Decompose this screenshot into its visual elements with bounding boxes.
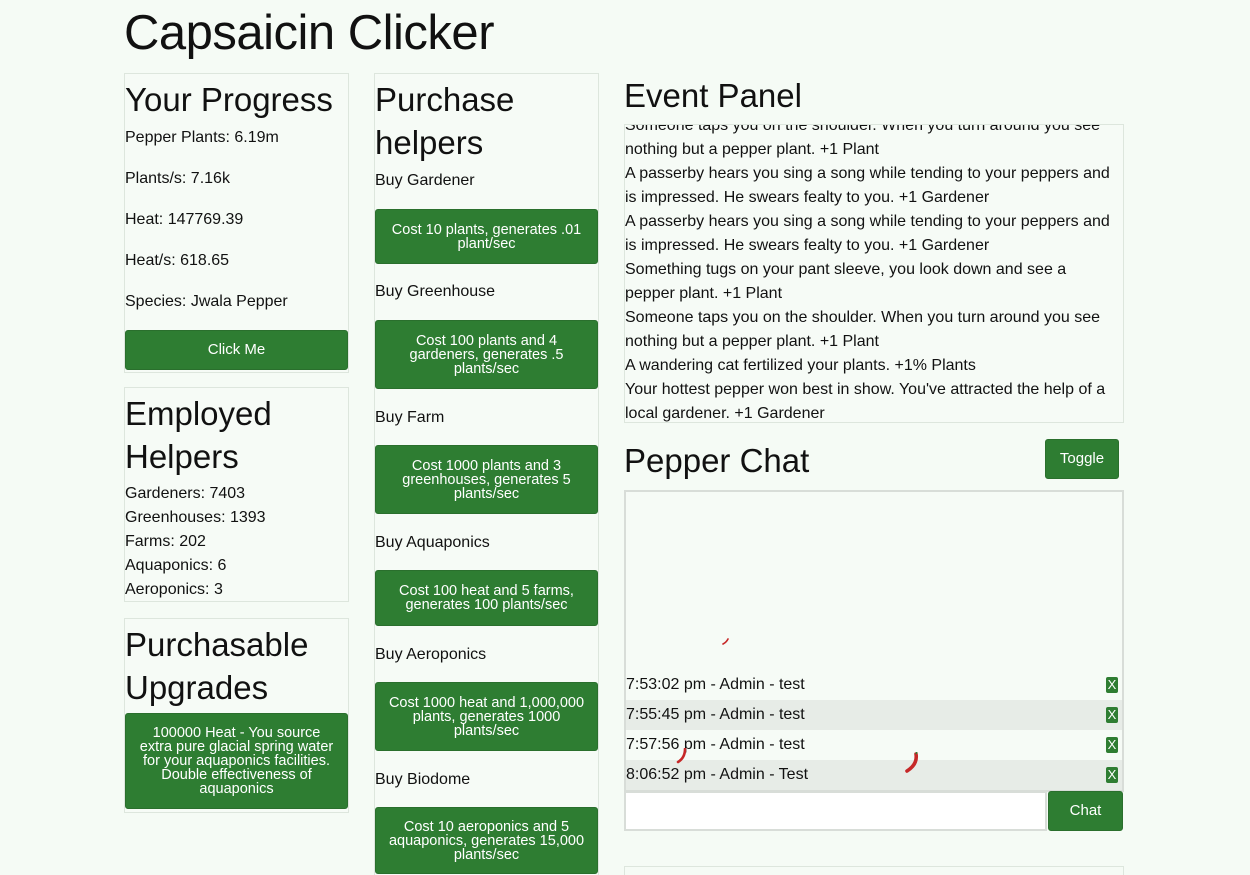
pepper-icon: [676, 748, 687, 764]
lower-panel-edge: [624, 866, 1124, 875]
stat-species: Species: Jwala Pepper: [125, 293, 288, 310]
buy-aquaponics-button[interactable]: Cost 100 heat and 5 farms, generates 100…: [375, 570, 598, 626]
buy-aeroponics-button[interactable]: Cost 1000 heat and 1,000,000 plants, gen…: [375, 682, 598, 751]
buy-biodome-button[interactable]: Cost 10 aeroponics and 5 aquaponics, gen…: [375, 807, 598, 874]
chat-message: 7:55:45 pm - Admin - test X: [626, 700, 1122, 730]
event-line: nothing but a pepper plant. +1 Plant: [625, 141, 879, 158]
delete-message-button[interactable]: X: [1106, 677, 1118, 693]
chat-toggle-button[interactable]: Toggle: [1045, 439, 1119, 479]
aquaponics-count: Aquaponics: 6: [125, 557, 227, 574]
event-line: A passerby hears you sing a song while t…: [625, 165, 1110, 182]
stat-heat: Heat: 147769.39: [125, 211, 244, 228]
pepper-icon: [722, 638, 729, 645]
aeroponics-count: Aeroponics: 3: [125, 581, 223, 598]
buy-aeroponics-label: Buy Aeroponics: [375, 646, 487, 663]
chat-message: 7:53:02 pm - Admin - test X: [626, 670, 1122, 700]
event-line: is impressed. He swears fealty to you. +…: [625, 189, 990, 206]
chat-send-button[interactable]: Chat: [1048, 791, 1123, 831]
stat-plants-per-sec: Plants/s: 7.16k: [125, 170, 230, 187]
buy-greenhouse-label: Buy Greenhouse: [375, 283, 496, 300]
event-line: Something tugs on your pant sleeve, you …: [625, 261, 1067, 278]
gardeners-count: Gardeners: 7403: [125, 485, 246, 502]
click-me-button[interactable]: Click Me: [125, 330, 348, 370]
buy-gardener-label: Buy Gardener: [375, 172, 475, 189]
event-line: Your hottest pepper won best in show. Yo…: [625, 381, 1106, 398]
event-line: is impressed. He swears fealty to you. +…: [625, 237, 990, 254]
chat-message-text: 7:53:02 pm - Admin - test: [626, 676, 805, 693]
event-line: Someone taps you on the shoulder. When y…: [625, 309, 1100, 326]
chat-messages[interactable]: 7:53:02 pm - Admin - test X 7:55:45 pm -…: [624, 490, 1124, 792]
delete-message-button[interactable]: X: [1106, 737, 1118, 753]
delete-message-button[interactable]: X: [1106, 707, 1118, 723]
farms-count: Farms: 202: [125, 533, 206, 550]
pepper-chat-heading: Pepper Chat: [624, 442, 810, 479]
employed-heading: Employed Helpers: [125, 395, 272, 475]
upgrades-panel: Purchasable Upgrades 100000 Heat - You s…: [124, 618, 349, 813]
upgrades-heading: Purchasable Upgrades: [125, 626, 309, 706]
buy-farm-label: Buy Farm: [375, 409, 445, 426]
pepper-icon: [905, 752, 919, 773]
purchase-heading: Purchase helpers: [375, 81, 515, 161]
progress-heading: Your Progress: [125, 81, 333, 118]
stat-pepper-plants: Pepper Plants: 6.19m: [125, 129, 279, 146]
chat-input[interactable]: [624, 791, 1047, 831]
upgrade-button[interactable]: 100000 Heat - You source extra pure glac…: [125, 713, 348, 809]
buy-biodome-label: Buy Biodome: [375, 771, 471, 788]
event-line: pepper plant. +1 Plant: [625, 285, 783, 302]
event-log[interactable]: Someone taps you on the shoulder. When y…: [624, 124, 1124, 423]
buy-gardener-button[interactable]: Cost 10 plants, generates .01 plant/sec: [375, 209, 598, 264]
chat-message: 7:57:56 pm - Admin - test X: [626, 730, 1122, 760]
purchase-helpers-panel: Purchase helpers Buy Gardener Cost 10 pl…: [374, 73, 599, 875]
event-line: nothing but a pepper plant. +1 Plant: [625, 333, 879, 350]
delete-message-button[interactable]: X: [1106, 767, 1118, 783]
event-line: A wandering cat fertilized your plants. …: [625, 357, 976, 374]
chat-message-text: 7:55:45 pm - Admin - test: [626, 706, 805, 723]
event-line: A passerby hears you sing a song while t…: [625, 213, 1110, 230]
event-panel-heading: Event Panel: [624, 77, 802, 114]
chat-message: 8:06:52 pm - Admin - Test X: [626, 760, 1122, 790]
buy-farm-button[interactable]: Cost 1000 plants and 3 greenhouses, gene…: [375, 445, 598, 514]
chat-message-text: 8:06:52 pm - Admin - Test: [626, 766, 809, 783]
event-line: local gardener. +1 Gardener: [625, 405, 825, 422]
buy-greenhouse-button[interactable]: Cost 100 plants and 4 gardeners, generat…: [375, 320, 598, 389]
greenhouses-count: Greenhouses: 1393: [125, 509, 266, 526]
employed-helpers-panel: Employed Helpers Gardeners: 7403 Greenho…: [124, 387, 349, 602]
event-line: Someone taps you on the shoulder. When y…: [625, 124, 1100, 134]
progress-panel: Your Progress Pepper Plants: 6.19m Plant…: [124, 73, 349, 373]
chat-message-text: 7:57:56 pm - Admin - test: [626, 736, 805, 753]
app-title: Capsaicin Clicker: [124, 6, 495, 60]
buy-aquaponics-label: Buy Aquaponics: [375, 534, 490, 551]
stat-heat-per-sec: Heat/s: 618.65: [125, 252, 230, 269]
